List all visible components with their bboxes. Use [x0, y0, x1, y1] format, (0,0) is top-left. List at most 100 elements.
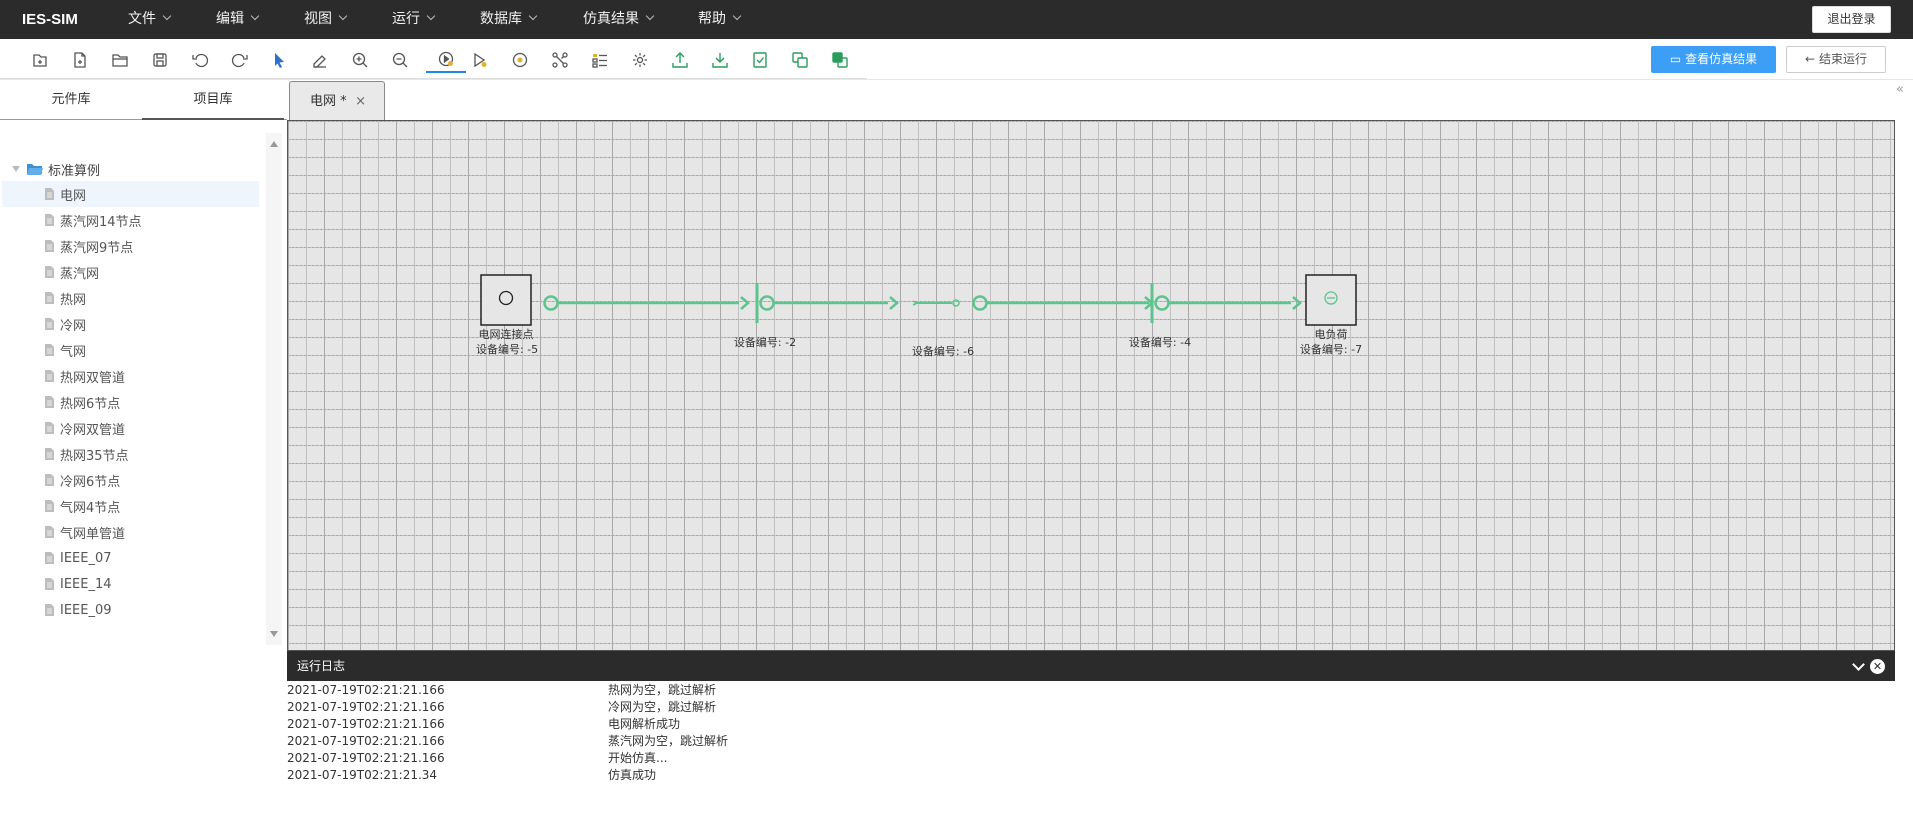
log-time: 2021-07-19T02:21:21.166 [287, 751, 445, 765]
node-label-electric-load: 电负荷 设备编号: -7 [1291, 327, 1371, 357]
file-icon [45, 422, 54, 434]
file-icon [45, 578, 54, 590]
tree-item[interactable]: 热网35节点 [2, 441, 259, 467]
tree-item[interactable]: IEEE_07 [2, 545, 259, 571]
tree-item[interactable]: 热网 [2, 285, 259, 311]
menu-edit-label: 编辑 [216, 11, 244, 27]
tree-item[interactable]: 蒸汽网9节点 [2, 233, 259, 259]
menu-run[interactable]: 运行 [392, 0, 436, 39]
scroll-up-icon[interactable] [270, 141, 278, 147]
tree-item[interactable]: 电网 [2, 181, 259, 207]
menu-view-label: 视图 [304, 11, 332, 27]
log-message: 蒸汽网为空，跳过解析 [608, 734, 729, 748]
end-run-label: 结束运行 [1818, 52, 1867, 66]
tree-item[interactable]: 气网4节点 [2, 493, 259, 519]
check-document-icon[interactable] [747, 47, 773, 73]
chevron-down-icon[interactable] [1852, 658, 1865, 671]
tree-item[interactable]: 气网单管道 [2, 519, 259, 545]
tree-item[interactable]: 热网6节点 [2, 389, 259, 415]
toolbar-divider [0, 78, 867, 79]
caret-down-icon [12, 166, 20, 172]
file-icon [45, 474, 54, 486]
tree-item[interactable]: 冷网6节点 [2, 467, 259, 493]
port-circle[interactable] [972, 295, 988, 311]
tab-power-grid[interactable]: 电网 * × [289, 81, 385, 121]
step-run-icon[interactable] [467, 47, 493, 73]
scroll-down-icon[interactable] [270, 631, 278, 637]
menu-sim-results[interactable]: 仿真结果 [583, 0, 655, 39]
tree-item[interactable]: 冷网 [2, 311, 259, 337]
arrow-icon [740, 296, 750, 310]
tree-item-label: 气网4节点 [60, 500, 121, 516]
zoom-in-icon[interactable] [347, 47, 373, 73]
tab-project-library[interactable]: 项目库 [142, 80, 284, 120]
tree-item-label: IEEE_09 [60, 602, 112, 618]
port-small-circle[interactable] [952, 299, 960, 307]
log-time: 2021-07-19T02:21:21.166 [287, 683, 445, 697]
tree-item[interactable]: 蒸汽网14节点 [2, 207, 259, 233]
save-icon[interactable] [147, 47, 173, 73]
upload-icon[interactable] [667, 47, 693, 73]
file-icon [45, 214, 54, 226]
port-circle[interactable] [1154, 295, 1170, 311]
tree-item-label: 冷网双管道 [60, 422, 126, 438]
file-icon [45, 604, 54, 616]
checklist-icon[interactable] [587, 47, 613, 73]
eraser-icon[interactable] [307, 47, 333, 73]
node-label-bus-4: 设备编号: -4 [1120, 335, 1200, 350]
close-icon[interactable]: × [355, 82, 366, 122]
grid-connection-node[interactable] [480, 274, 532, 326]
undo-icon[interactable] [187, 47, 213, 73]
menu-run-label: 运行 [392, 11, 420, 27]
tree-root-standard-cases[interactable]: 标准算例 [12, 159, 100, 179]
menu-edit[interactable]: 编辑 [216, 0, 260, 39]
download-icon[interactable] [707, 47, 733, 73]
log-message: 仿真成功 [608, 768, 657, 782]
logout-button[interactable]: 退出登录 [1812, 6, 1891, 33]
tree-item-label: 冷网6节点 [60, 474, 121, 490]
file-icon [45, 188, 54, 200]
new-document-icon[interactable] [67, 47, 93, 73]
run-icon[interactable] [426, 47, 466, 73]
menu-database-label: 数据库 [480, 11, 522, 27]
menu-sim-results-label: 仿真结果 [583, 11, 639, 27]
chevron-down-icon [426, 11, 436, 21]
tree-item[interactable]: 气网 [2, 337, 259, 363]
diagram-canvas[interactable]: 电网连接点 设备编号: -5 设备编号: -2 设备编号: -6 设备编号: -… [287, 120, 1895, 651]
tree-item-label: IEEE_07 [60, 550, 112, 566]
electric-load-node[interactable] [1305, 274, 1357, 326]
close-circle-icon[interactable]: ✕ [1870, 659, 1885, 674]
tree-item-label: 气网 [60, 344, 87, 360]
tree-item-label: 热网6节点 [60, 396, 121, 412]
new-file-icon[interactable] [27, 47, 53, 73]
end-run-button[interactable]: ← 结束运行 [1786, 46, 1886, 73]
tree-item[interactable]: 冷网双管道 [2, 415, 259, 441]
view-results-button[interactable]: ▭ 查看仿真结果 [1651, 46, 1776, 73]
copy-icon[interactable] [787, 47, 813, 73]
port-circle[interactable] [759, 295, 775, 311]
connection-icon[interactable] [547, 47, 573, 73]
port-circle[interactable] [543, 295, 559, 311]
tree-item[interactable]: IEEE_09 [2, 597, 259, 623]
log-message: 冷网为空，跳过解析 [608, 700, 717, 714]
tab-component-library[interactable]: 元件库 [0, 80, 142, 120]
tree-item[interactable]: 蒸汽网 [2, 259, 259, 285]
file-icon [45, 240, 54, 252]
pointer-icon[interactable] [266, 47, 292, 73]
menu-help-label: 帮助 [698, 11, 726, 27]
tree-scrollbar[interactable] [266, 133, 282, 645]
layers-icon[interactable] [827, 47, 853, 73]
record-icon[interactable] [507, 47, 533, 73]
tree-item[interactable]: IEEE_14 [2, 571, 259, 597]
zoom-out-icon[interactable] [387, 47, 413, 73]
collapse-right-icon[interactable]: « [1896, 82, 1904, 97]
settings-icon[interactable] [627, 47, 653, 73]
folder-open-icon [27, 164, 43, 175]
redo-icon[interactable] [227, 47, 253, 73]
menu-file[interactable]: 文件 [128, 0, 172, 39]
menu-view[interactable]: 视图 [304, 0, 348, 39]
menu-database[interactable]: 数据库 [480, 0, 538, 39]
open-folder-icon[interactable] [107, 47, 133, 73]
tree-item[interactable]: 热网双管道 [2, 363, 259, 389]
menu-help[interactable]: 帮助 [698, 0, 742, 39]
